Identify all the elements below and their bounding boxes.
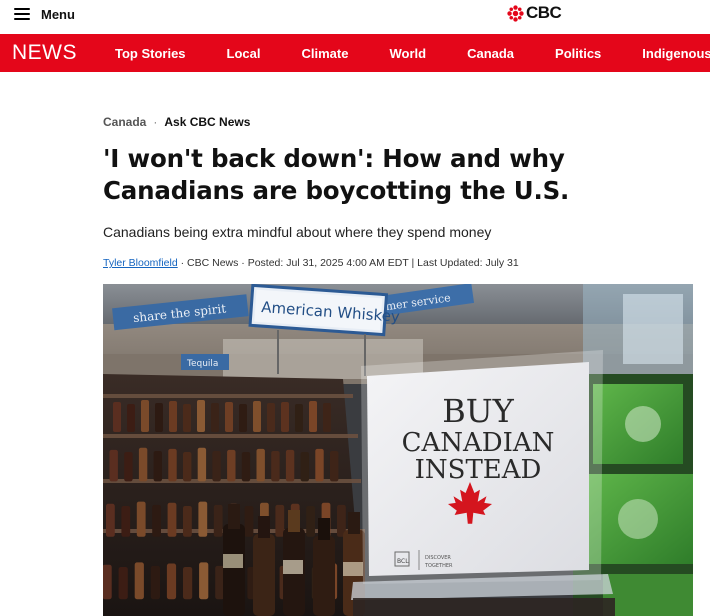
menu-button[interactable]: Menu [14, 5, 75, 23]
breadcrumb: Canada · Ask CBC News [103, 115, 250, 129]
cbc-gem-icon [507, 4, 524, 22]
menu-label: Menu [41, 6, 75, 22]
article-headline: 'I won't back down': How and why Canadia… [103, 144, 570, 205]
news-section-link[interactable]: NEWS [12, 41, 77, 65]
article-byline: Tyler Bloomfield · CBC News · Posted: Ju… [103, 257, 519, 269]
logo-text: CBC [526, 3, 562, 22]
placard-line-3: INSTEAD [415, 455, 542, 485]
placard-footer-discover: DISCOVER [425, 555, 451, 561]
section-nav: NEWS Top Stories Local Climate World Can… [0, 34, 710, 72]
nav-item-world[interactable]: World [389, 46, 426, 61]
lead-photo: share the spirit mer service American Wh… [103, 284, 693, 616]
placard-line-1: BUY [442, 392, 514, 430]
breadcrumb-ask-cbc-news[interactable]: Ask CBC News [164, 115, 250, 129]
cbc-logo[interactable]: CBC [507, 3, 562, 23]
nav-item-local[interactable]: Local [227, 46, 261, 61]
small-aisle-sign: Tequila [186, 359, 218, 369]
breadcrumb-separator: · [153, 115, 158, 129]
byline-meta: · CBC News · Posted: Jul 31, 2025 4:00 A… [177, 257, 519, 269]
placard-line-2: CANADIAN [402, 428, 555, 458]
article-deck: Canadians being extra mindful about wher… [103, 224, 492, 240]
nav-item-climate[interactable]: Climate [302, 46, 349, 61]
placard-logo: BCL [397, 558, 409, 565]
lead-photo-illustration: share the spirit mer service American Wh… [103, 284, 693, 616]
nav-item-indigenous[interactable]: Indigenous [642, 46, 710, 61]
breadcrumb-canada[interactable]: Canada [103, 115, 146, 129]
top-bar: Menu CBC [0, 0, 710, 34]
placard-footer-together: TOGETHER [424, 563, 453, 569]
nav-item-canada[interactable]: Canada [467, 46, 514, 61]
author-link[interactable]: Tyler Bloomfield [103, 257, 178, 269]
hamburger-icon [14, 8, 30, 20]
nav-item-top-stories[interactable]: Top Stories [115, 46, 186, 61]
nav-item-politics[interactable]: Politics [555, 46, 601, 61]
